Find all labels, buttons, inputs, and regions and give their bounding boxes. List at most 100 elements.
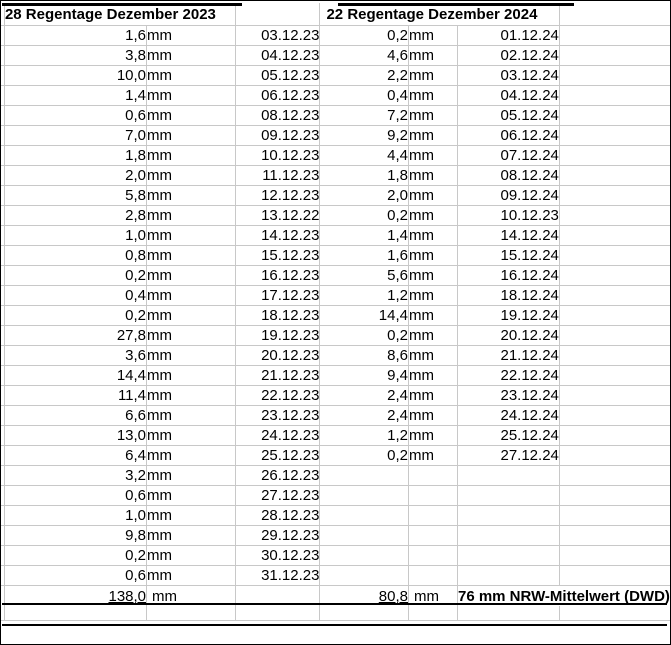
cell-date-2023[interactable]: 31.12.23 <box>235 565 321 586</box>
cell-value-2023[interactable]: 7,0 <box>4 125 148 146</box>
cell-date-2023[interactable]: 17.12.23 <box>235 285 321 306</box>
cell-date-2023[interactable]: 13.12.22 <box>235 205 321 226</box>
cell-unit-2024[interactable]: mm <box>408 445 458 466</box>
cell-date-2023[interactable]: 08.12.23 <box>235 105 321 126</box>
cell-date-2023[interactable]: 10.12.23 <box>235 145 321 166</box>
cell-date-2023[interactable]: 21.12.23 <box>235 365 321 386</box>
cell-unit-2024[interactable]: mm <box>408 185 458 206</box>
cell-value-2024[interactable]: 2,0 <box>319 185 409 206</box>
cell-unit-2024[interactable]: mm <box>408 305 458 326</box>
cell-date-2024[interactable]: 25.12.24 <box>457 425 560 446</box>
cell-date-2024[interactable]: 08.12.24 <box>457 165 560 186</box>
cell-value-2024[interactable]: 2,2 <box>319 65 409 86</box>
cell-value-2024[interactable] <box>319 465 409 486</box>
cell-value-2024[interactable]: 2,4 <box>319 405 409 426</box>
cell-value-2024[interactable]: 0,2 <box>319 205 409 226</box>
cell-date-2023[interactable]: 28.12.23 <box>235 505 321 526</box>
cell-unit-2023[interactable]: mm <box>146 545 237 566</box>
cell-value-2024[interactable]: 1,8 <box>319 165 409 186</box>
cell-date-2024[interactable]: 15.12.24 <box>457 245 560 266</box>
cell-unit-2023[interactable]: mm <box>146 85 237 106</box>
cell-unit-2024[interactable]: mm <box>408 25 458 46</box>
cell-date-2023[interactable]: 12.12.23 <box>235 185 321 206</box>
cell-unit-2024[interactable] <box>408 545 458 566</box>
cell-date-2023[interactable]: 06.12.23 <box>235 85 321 106</box>
cell-unit-2023[interactable]: mm <box>146 425 237 446</box>
cell-value-2023[interactable]: 6,6 <box>4 405 148 426</box>
cell-value-2023[interactable]: 1,4 <box>4 85 148 106</box>
cell-date-2023[interactable]: 26.12.23 <box>235 465 321 486</box>
cell-unit-2024[interactable]: mm <box>408 265 458 286</box>
cell-date-2023[interactable]: 11.12.23 <box>235 165 321 186</box>
cell-unit-2023[interactable]: mm <box>146 165 237 186</box>
cell-unit-2024[interactable]: mm <box>408 45 458 66</box>
cell-unit-2023[interactable]: mm <box>146 385 237 406</box>
cell-unit-2023[interactable]: mm <box>146 105 237 126</box>
cell-unit-2024[interactable]: mm <box>408 345 458 366</box>
cell-date-2024[interactable]: 09.12.24 <box>457 185 560 206</box>
cell-date-2024[interactable] <box>457 465 560 486</box>
cell-value-2024[interactable] <box>319 545 409 566</box>
cell-date-2024[interactable]: 14.12.24 <box>457 225 560 246</box>
cell-date-2024[interactable]: 10.12.23 <box>457 205 560 226</box>
cell-unit-2023[interactable]: mm <box>146 145 237 166</box>
cell-value-2024[interactable] <box>319 505 409 526</box>
cell-value-2023[interactable]: 0,6 <box>4 105 148 126</box>
cell-date-2023[interactable]: 05.12.23 <box>235 65 321 86</box>
cell-value-2024[interactable]: 0,2 <box>319 325 409 346</box>
cell-value-2023[interactable]: 11,4 <box>4 385 148 406</box>
cell-unit-2023[interactable]: mm <box>146 125 237 146</box>
cell-date-2023[interactable]: 25.12.23 <box>235 445 321 466</box>
cell-unit-2023[interactable]: mm <box>146 205 237 226</box>
cell-unit-2023[interactable]: mm <box>146 65 237 86</box>
cell-value-2024[interactable] <box>319 565 409 586</box>
cell-unit-2023[interactable]: mm <box>146 285 237 306</box>
cell-unit-2023[interactable]: mm <box>146 345 237 366</box>
title-2024[interactable]: 22 Regentage Dezember 2024 <box>319 3 560 26</box>
cell-date-2024[interactable]: 22.12.24 <box>457 365 560 386</box>
cell-unit-2023[interactable]: mm <box>146 445 237 466</box>
cell-value-2023[interactable]: 1,0 <box>4 225 148 246</box>
cell-date-2023[interactable]: 04.12.23 <box>235 45 321 66</box>
cell-date-2024[interactable]: 24.12.24 <box>457 405 560 426</box>
cell-value-2023[interactable]: 0,6 <box>4 485 148 506</box>
cell-value-2023[interactable]: 3,2 <box>4 465 148 486</box>
cell-date-2024[interactable]: 27.12.24 <box>457 445 560 466</box>
cell-unit-2024[interactable]: mm <box>408 85 458 106</box>
cell-unit-2024[interactable] <box>408 465 458 486</box>
cell-value-2023[interactable]: 0,6 <box>4 565 148 586</box>
cell-date-2023[interactable]: 27.12.23 <box>235 485 321 506</box>
cell-value-2023[interactable]: 0,2 <box>4 545 148 566</box>
cell-value-2023[interactable]: 2,0 <box>4 165 148 186</box>
cell-unit-2023[interactable]: mm <box>146 25 237 46</box>
cell-unit-2023[interactable]: mm <box>146 265 237 286</box>
cell-value-2024[interactable]: 2,4 <box>319 385 409 406</box>
cell-value-2024[interactable]: 0,2 <box>319 25 409 46</box>
cell-unit-2024[interactable] <box>408 525 458 546</box>
cell-value-2023[interactable]: 9,8 <box>4 525 148 546</box>
cell-unit-2024[interactable]: mm <box>408 325 458 346</box>
cell-unit-2023[interactable]: mm <box>146 365 237 386</box>
cell-unit-2023[interactable]: mm <box>146 45 237 66</box>
cell-date-2024[interactable] <box>457 505 560 526</box>
cell-unit-2023[interactable]: mm <box>146 465 237 486</box>
cell-unit-2024[interactable] <box>408 565 458 586</box>
cell-unit-2023[interactable]: mm <box>146 565 237 586</box>
cell-date-2024[interactable]: 18.12.24 <box>457 285 560 306</box>
cell-value-2023[interactable]: 0,8 <box>4 245 148 266</box>
cell-value-2023[interactable]: 14,4 <box>4 365 148 386</box>
cell-value-2024[interactable]: 0,4 <box>319 85 409 106</box>
cell-value-2023[interactable]: 0,2 <box>4 265 148 286</box>
cell-unit-2024[interactable]: mm <box>408 125 458 146</box>
cell-date-2024[interactable] <box>457 545 560 566</box>
cell-value-2023[interactable]: 0,2 <box>4 305 148 326</box>
cell-date-2023[interactable]: 09.12.23 <box>235 125 321 146</box>
cell-date-2024[interactable]: 04.12.24 <box>457 85 560 106</box>
cell-unit-2024[interactable]: mm <box>408 105 458 126</box>
cell-date-2024[interactable]: 23.12.24 <box>457 385 560 406</box>
cell-date-2024[interactable]: 21.12.24 <box>457 345 560 366</box>
cell-value-2024[interactable]: 5,6 <box>319 265 409 286</box>
cell-date-2024[interactable]: 06.12.24 <box>457 125 560 146</box>
cell-value-2024[interactable]: 1,2 <box>319 425 409 446</box>
cell-date-2023[interactable]: 22.12.23 <box>235 385 321 406</box>
